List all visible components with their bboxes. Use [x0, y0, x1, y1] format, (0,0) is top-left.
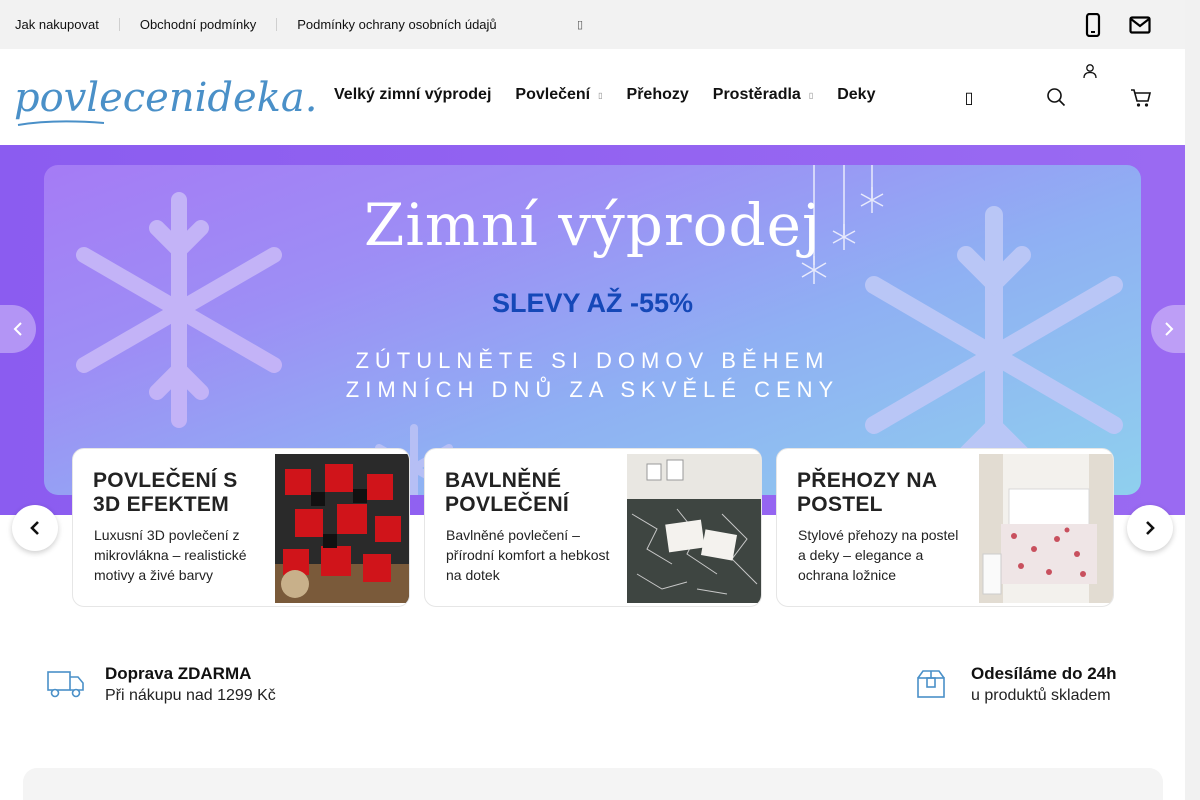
product-image-bedspread [979, 454, 1113, 603]
info-subtitle: Při nákupu nad 1299 Kč [105, 687, 276, 704]
hero-banner[interactable]: Zimní výprodej SLEVY AŽ -55% ZÚTULNĚTE S… [44, 165, 1141, 495]
user-icon[interactable] [1081, 62, 1099, 80]
link-privacy[interactable]: Podmínky ochrany osobních údajů [297, 17, 496, 32]
box-icon [917, 670, 945, 698]
info-dispatch: Odesíláme do 24h u produktů skladem [915, 664, 1117, 705]
category-card-cotton-bedding[interactable]: BAVLNĚNÉ POVLEČENÍ Bavlněné povlečení – … [424, 448, 762, 607]
truck-icon [47, 671, 84, 698]
content-section [23, 768, 1163, 800]
nav-item-sheets[interactable]: Prostěradla ▯ [713, 86, 813, 104]
category-card-3d-bedding[interactable]: POVLEČENÍ S 3D EFEKTEM Luxusní 3D povleč… [72, 448, 410, 607]
info-title: Doprava ZDARMA [105, 664, 252, 683]
card-description: Bavlněné povlečení – přírodní komfort a … [446, 527, 610, 583]
link-terms[interactable]: Obchodní podmínky [140, 17, 256, 32]
info-subtitle: u produktů skladem [971, 687, 1111, 704]
card-title: PŘEHOZY NA POSTEL [797, 469, 937, 516]
cards-next-button[interactable] [1127, 505, 1173, 551]
info-free-shipping: Doprava ZDARMA Při nákupu nad 1299 Kč [47, 664, 276, 705]
chevron-down-icon: ▯ [598, 90, 603, 100]
nav-item-bedding[interactable]: Povlečení ▯ [515, 86, 602, 104]
hamburger-icon[interactable]: ▯ [962, 87, 976, 109]
divider [118, 18, 120, 31]
card-title: BAVLNĚNÉ POVLEČENÍ [445, 469, 570, 516]
cards-prev-button[interactable] [12, 505, 58, 551]
chevron-down-icon[interactable]: ▯ [577, 18, 583, 31]
logo[interactable]: povlecenideka.cz [14, 67, 362, 131]
category-card-bedspreads[interactable]: PŘEHOZY NA POSTEL Stylové přehozy na pos… [776, 448, 1114, 607]
chevron-down-icon: ▯ [808, 90, 814, 100]
mail-icon[interactable] [1127, 12, 1153, 38]
chevron-left-icon [30, 521, 39, 535]
page: Jak nakupovat Obchodní podmínky Podmínky… [0, 0, 1185, 800]
hero-discount: SLEVY AŽ -55% [491, 288, 694, 318]
header: povlecenideka.cz Velký zimní výprodej Po… [0, 49, 1185, 145]
phone-icon[interactable] [1080, 12, 1106, 38]
chevron-right-icon [1146, 521, 1155, 535]
hero-tagline: ZÚTULNĚTE SI DOMOV BĚHEM ZIMNÍCH DNŮ ZA … [345, 348, 840, 402]
main-nav: Velký zimní výprodej Povlečení ▯ Přehozy … [334, 86, 899, 104]
scrollbar[interactable] [1185, 0, 1200, 800]
chevron-right-icon [1165, 322, 1174, 336]
search-icon[interactable] [1044, 85, 1068, 109]
divider [276, 18, 278, 31]
nav-item-blankets[interactable]: Deky [837, 86, 875, 104]
product-image-cotton-bedding [627, 454, 761, 603]
card-description: Stylové přehozy na postel a deky – elega… [798, 527, 959, 583]
card-description: Luxusní 3D povlečení z mikrovlákna – rea… [94, 527, 247, 583]
product-image-3d-bedding [275, 454, 409, 603]
hero-title: Zimní výprodej [364, 191, 821, 259]
chevron-left-icon [13, 322, 22, 336]
card-title: POVLEČENÍ S 3D EFEKTEM [93, 469, 238, 516]
info-title: Odesíláme do 24h [971, 664, 1117, 683]
svg-text:povlecenideka.cz: povlecenideka.cz [14, 75, 319, 121]
top-links: Jak nakupovat Obchodní podmínky Podmínky… [15, 17, 497, 32]
link-how-to-buy[interactable]: Jak nakupovat [15, 17, 99, 32]
nav-item-winter-sale[interactable]: Velký zimní výprodej [334, 86, 491, 104]
cart-icon[interactable] [1129, 87, 1153, 109]
nav-item-bedspreads[interactable]: Přehozy [627, 86, 689, 104]
top-bar: Jak nakupovat Obchodní podmínky Podmínky… [0, 0, 1185, 49]
